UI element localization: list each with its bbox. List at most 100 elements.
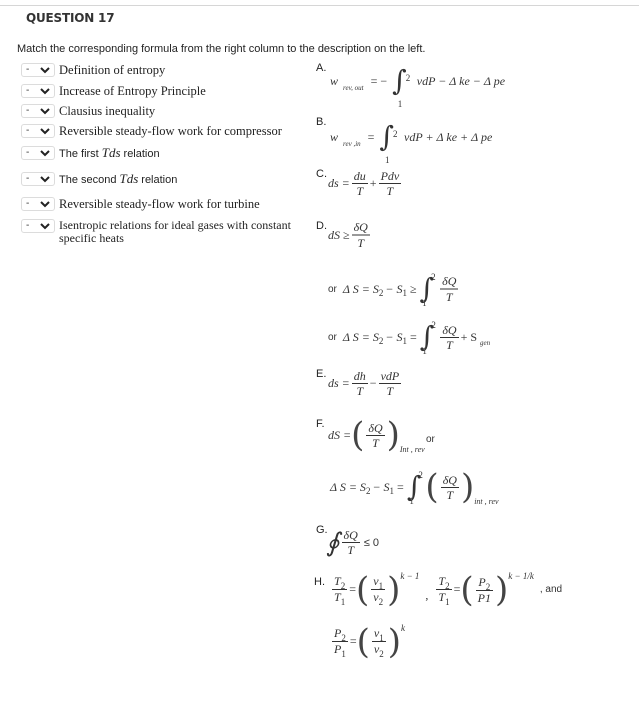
lhs: Δ S = S — [342, 329, 379, 344]
var-sub: 2 — [340, 581, 346, 591]
option-f-alt: Δ S = S2 − S1 = ∫ 21 ( δQ T ) int , rev — [330, 467, 499, 507]
var-sub: 2 — [485, 581, 491, 592]
lhs: w — [330, 74, 339, 88]
lhs: w — [330, 130, 339, 144]
option-c-formula: ds = du T + Pdv T — [328, 169, 403, 198]
label-post: relation — [141, 174, 178, 186]
var-sub: 1 — [341, 649, 346, 659]
option-h-row-2: P2 P1 = ( v1 v2 ) k — [330, 621, 405, 662]
integral-icon: ∫ — [379, 120, 395, 153]
operator: − — [369, 376, 377, 390]
integral-icon: ∫ — [419, 272, 435, 305]
option-b-formula: w rev ,in = ∫ 2 1 vdP + Δ ke + Δ pe — [330, 122, 493, 166]
var-sub: 2 — [379, 649, 384, 659]
upper-limit: 2 — [431, 320, 436, 330]
fraction: dh T — [351, 369, 368, 398]
match-select-7[interactable]: - — [21, 197, 55, 211]
left-paren: ( — [425, 467, 439, 507]
fraction: T2 T1 — [436, 574, 452, 607]
var-sub: 1 — [378, 581, 384, 591]
left-paren: ( — [460, 569, 474, 610]
var: T — [334, 574, 341, 588]
var-sub: 2 — [445, 581, 450, 591]
option-d-alt-2: or Δ S = S2 − S1 = ∫ 21 δQ T + Sgen — [328, 320, 490, 356]
right-paren: ) — [460, 467, 475, 507]
match-select-8[interactable]: - — [21, 219, 55, 233]
match-row-6: - The second Tds relation — [21, 172, 177, 187]
sub-2: 2 — [378, 288, 384, 298]
denominator: T — [446, 337, 453, 352]
right-paren: ) — [494, 569, 509, 610]
match-row-5: - The first Tds relation — [21, 146, 160, 161]
denominator: P1 — [477, 590, 491, 605]
relation: ≤ 0 — [363, 536, 380, 549]
fraction: δQ T — [440, 274, 459, 304]
numerator: δQ — [442, 322, 457, 337]
equals: = − — [370, 74, 388, 88]
denominator: T — [372, 435, 379, 450]
lhs: ds = — [328, 376, 350, 390]
match-row-7: - Reversible steady-flow work for turbin… — [21, 197, 260, 211]
select-value: - — [26, 198, 30, 209]
lower-limit: 1 — [422, 346, 427, 356]
fraction: v1 v2 — [371, 574, 386, 607]
or-word: or — [328, 331, 337, 343]
equals: = — [349, 582, 356, 596]
sub-1: 1 — [402, 288, 407, 298]
match-select-3[interactable]: - — [21, 104, 55, 118]
numerator: du — [353, 169, 366, 183]
select-value: - — [26, 125, 30, 136]
fraction: δQ T — [366, 421, 385, 450]
select-value: - — [26, 85, 30, 96]
match-select-4[interactable]: - — [21, 124, 55, 138]
chevron-down-icon — [40, 67, 50, 74]
select-value: - — [26, 105, 30, 116]
chevron-down-icon — [40, 176, 50, 183]
denominator: T — [386, 184, 394, 198]
fraction: v1 v2 — [371, 626, 386, 659]
select-value: - — [26, 64, 30, 75]
or-word: or — [328, 283, 337, 295]
numerator: v1 — [371, 574, 385, 591]
right-paren: ) — [387, 621, 401, 662]
chevron-down-icon — [40, 201, 50, 208]
upper-limit: 2 — [405, 73, 411, 83]
option-g-formula: ∮ δQ T ≤ 0 — [326, 528, 379, 557]
description-label: Clausius inequality — [59, 104, 156, 118]
match-select-6[interactable]: - — [21, 172, 55, 186]
subscript: Int , rev — [399, 444, 425, 454]
sub-1: 1 — [402, 336, 407, 346]
fraction: δQ T — [341, 528, 360, 557]
left-paren: ( — [351, 415, 365, 455]
rhs: vdP + Δ ke + Δ pe — [404, 130, 493, 144]
description-label: Isentropic relations for ideal gases wit… — [59, 218, 291, 245]
option-c-letter: C. — [316, 168, 327, 180]
fraction: T2 T 1 — [332, 574, 348, 607]
numerator: T2 — [332, 574, 347, 591]
equals: = — [349, 634, 357, 648]
label-post: relation — [123, 148, 160, 160]
operator: + — [369, 176, 377, 190]
denominator: T — [445, 290, 453, 304]
denominator: T — [356, 184, 364, 198]
option-a-formula: w rev, out = − ∫ 2 1 vdP − Δ ke − Δ pe — [330, 66, 505, 110]
option-f-formula: dS = ( δQ T ) Int , rev — [328, 415, 425, 455]
numerator: v1 — [372, 626, 386, 643]
match-row-8: - Isentropic relations for ideal gases w… — [21, 219, 299, 245]
match-select-1[interactable]: - — [21, 63, 55, 77]
select-value: - — [26, 147, 30, 158]
numerator: P2 — [332, 626, 348, 643]
var: P — [478, 574, 486, 589]
equals: = — [397, 479, 404, 494]
option-f-letter: F. — [316, 418, 325, 430]
question-instructions: Match the corresponding formula from the… — [17, 43, 426, 55]
match-select-5[interactable]: - — [21, 146, 55, 160]
numerator: vdP — [380, 369, 400, 383]
denominator: v2 — [372, 642, 386, 659]
var: v — [373, 590, 379, 604]
match-select-2[interactable]: - — [21, 84, 55, 98]
fraction: δQ T — [351, 220, 370, 250]
option-a-letter: A. — [316, 62, 327, 74]
description-label: Increase of Entropy Principle — [59, 84, 206, 98]
var-sub: 1 — [340, 597, 346, 607]
